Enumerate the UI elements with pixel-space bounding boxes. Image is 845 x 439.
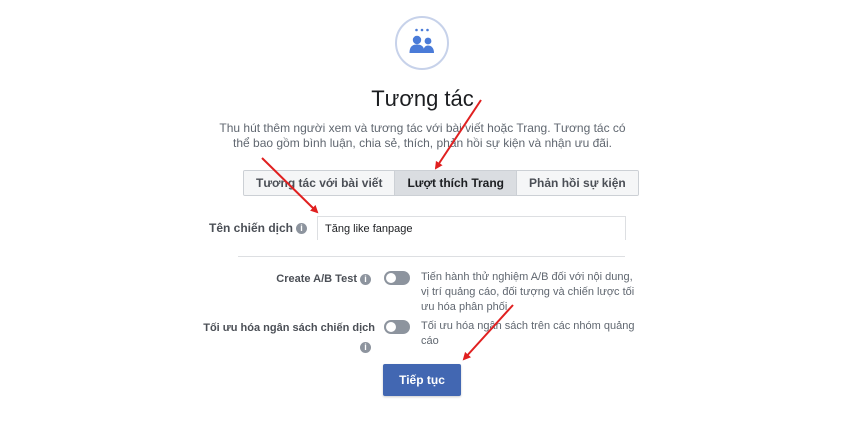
toggle-knob — [386, 322, 396, 332]
objective-title: Tương tác — [371, 86, 474, 111]
info-icon[interactable]: i — [360, 342, 371, 353]
campaign-name-label: Tên chiến dịch i — [160, 221, 307, 235]
people-group-icon — [395, 16, 449, 70]
ab-test-label: Create A/B Test i — [250, 273, 371, 285]
ab-test-description: Tiến hành thử nghiệm A/B đối với nội dun… — [421, 271, 635, 313]
section-divider — [238, 256, 625, 257]
budget-optimization-description: Tối ưu hóa ngân sách trên các nhóm quảng… — [421, 320, 635, 347]
description-line: Thu hút thêm người xem và tương tác với … — [219, 121, 626, 135]
budget-optimization-toggle[interactable] — [384, 320, 410, 334]
engagement-type-tabs: Tương tác với bài viết Lượt thích Trang … — [243, 170, 639, 196]
continue-button[interactable]: Tiếp tục — [383, 364, 461, 396]
objective-description: Thu hút thêm người xem và tương tác với … — [200, 121, 645, 151]
tab-page-likes[interactable]: Lượt thích Trang — [394, 171, 517, 195]
tab-post-engagement[interactable]: Tương tác với bài viết — [244, 171, 395, 195]
ab-test-label-text: Create A/B Test — [276, 273, 357, 285]
ab-test-toggle[interactable] — [384, 271, 410, 285]
info-icon[interactable]: i — [360, 273, 371, 285]
description-line: thể bao gồm bình luận, chia sẻ, thích, p… — [233, 136, 612, 150]
info-icon[interactable]: i — [296, 223, 307, 235]
toggle-knob — [386, 273, 396, 283]
tab-event-responses[interactable]: Phản hồi sự kiện — [516, 171, 638, 195]
budget-optimization-label: Tối ưu hóa ngân sách chiến dịch — [203, 322, 375, 334]
campaign-name-label-text: Tên chiến dịch — [208, 221, 293, 235]
campaign-name-input[interactable] — [317, 216, 626, 240]
